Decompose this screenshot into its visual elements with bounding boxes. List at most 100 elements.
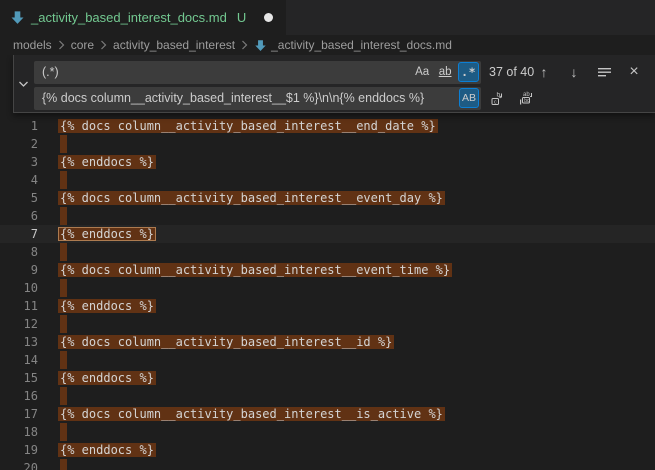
line-number[interactable]: 6 — [0, 207, 38, 225]
line-number[interactable]: 16 — [0, 387, 38, 405]
unsaved-changes-dot[interactable] — [264, 13, 273, 22]
chevron-right-icon — [58, 40, 65, 50]
close-find-widget-button[interactable]: × — [625, 63, 643, 81]
find-match: {% docs column__activity_based_interest_… — [58, 191, 445, 205]
tab-active-file[interactable]: _activity_based_interest_docs.md U — [0, 0, 286, 35]
empty-line-match-highlight — [60, 423, 67, 441]
replace-input-box: AB — [34, 87, 481, 110]
empty-line-match-highlight — [60, 351, 67, 369]
breadcrumb-item-file[interactable]: _activity_based_interest_docs.md — [254, 38, 452, 52]
find-match: {% enddocs %} — [58, 155, 156, 169]
code-line[interactable]: {% enddocs %} — [60, 369, 655, 387]
breadcrumb-item-models[interactable]: models — [13, 38, 52, 52]
git-status-badge: U — [237, 10, 246, 25]
code-line[interactable]: {% docs column__activity_based_interest_… — [60, 189, 655, 207]
line-number[interactable]: 15 — [0, 369, 38, 387]
code-line[interactable] — [60, 135, 655, 153]
code-line[interactable] — [60, 279, 655, 297]
chevron-down-icon — [18, 80, 29, 88]
find-match: {% docs column__activity_based_interest_… — [58, 335, 394, 349]
line-number[interactable]: 5 — [0, 189, 38, 207]
selection-lines-icon — [597, 65, 612, 79]
replace-all-button[interactable]: ab bc — [517, 89, 535, 107]
find-match: {% docs column__activity_based_interest_… — [58, 407, 445, 421]
line-number[interactable]: 2 — [0, 135, 38, 153]
editor-lines[interactable]: {% docs column__activity_based_interest_… — [60, 117, 655, 470]
regex-button[interactable]: .* — [458, 62, 479, 82]
code-line[interactable] — [60, 387, 655, 405]
line-number[interactable]: 8 — [0, 243, 38, 261]
code-line[interactable]: {% docs column__activity_based_interest_… — [60, 261, 655, 279]
line-number[interactable]: 18 — [0, 423, 38, 441]
empty-line-match-highlight — [60, 279, 67, 297]
editor-pane[interactable]: 1234567891011121314151617181920 {% docs … — [0, 55, 655, 470]
code-line[interactable] — [60, 423, 655, 441]
code-line[interactable] — [60, 207, 655, 225]
code-line[interactable]: {% docs column__activity_based_interest_… — [60, 333, 655, 351]
close-icon: × — [629, 63, 638, 81]
editor-gutter[interactable]: 1234567891011121314151617181920 — [0, 117, 38, 470]
code-line[interactable] — [60, 243, 655, 261]
line-number[interactable]: 19 — [0, 441, 38, 459]
code-line[interactable]: {% enddocs %} — [60, 153, 655, 171]
line-number[interactable]: 11 — [0, 297, 38, 315]
line-number[interactable]: 4 — [0, 171, 38, 189]
empty-line-match-highlight — [60, 243, 67, 261]
breadcrumb: models core activity_based_interest _act… — [0, 35, 655, 55]
line-number[interactable]: 1 — [0, 117, 38, 135]
breadcrumb-filename: _activity_based_interest_docs.md — [271, 38, 452, 52]
find-match: {% enddocs %} — [58, 371, 156, 385]
line-number[interactable]: 12 — [0, 315, 38, 333]
line-number[interactable]: 9 — [0, 261, 38, 279]
find-match: {% docs column__activity_based_interest_… — [58, 119, 438, 133]
breadcrumb-item-core[interactable]: core — [71, 38, 94, 52]
code-line[interactable]: {% enddocs %} — [60, 225, 655, 243]
code-line[interactable] — [60, 315, 655, 333]
chevron-right-icon — [241, 40, 248, 50]
find-match: {% docs column__activity_based_interest_… — [58, 263, 452, 277]
line-number[interactable]: 14 — [0, 351, 38, 369]
markdown-file-icon — [254, 39, 267, 52]
toggle-replace-button[interactable] — [14, 55, 33, 112]
empty-line-match-highlight — [60, 207, 67, 225]
code-line[interactable]: {% enddocs %} — [60, 441, 655, 459]
empty-line-match-highlight — [60, 387, 67, 405]
replace-input[interactable] — [34, 91, 481, 105]
code-line[interactable]: {% enddocs %} — [60, 297, 655, 315]
tab-filename: _activity_based_interest_docs.md — [31, 10, 227, 25]
empty-line-match-highlight — [60, 135, 67, 153]
whole-word-button[interactable]: ab — [435, 62, 455, 82]
find-results-count: 37 of 40 — [489, 65, 534, 79]
match-case-button[interactable]: Aa — [412, 62, 432, 82]
find-in-selection-button[interactable] — [595, 63, 613, 81]
code-line[interactable]: {% docs column__activity_based_interest_… — [60, 405, 655, 423]
tab-bar: _activity_based_interest_docs.md U — [0, 0, 655, 35]
code-line[interactable] — [60, 351, 655, 369]
find-replace-widget: Aa ab .* 37 of 40 ↑ ↓ — [13, 55, 655, 113]
empty-line-match-highlight — [60, 171, 67, 189]
preserve-case-button[interactable]: AB — [459, 88, 479, 108]
replace-icon: b c — [490, 90, 506, 106]
find-input-box: Aa ab .* — [34, 61, 481, 84]
code-line[interactable] — [60, 171, 655, 189]
line-number[interactable]: 13 — [0, 333, 38, 351]
empty-line-match-highlight — [60, 315, 67, 333]
find-match: {% enddocs %} — [58, 299, 156, 313]
line-number[interactable]: 10 — [0, 279, 38, 297]
line-number[interactable]: 3 — [0, 153, 38, 171]
line-number[interactable]: 20 — [0, 459, 38, 470]
replace-all-icon: ab bc — [518, 90, 535, 106]
next-match-button[interactable]: ↓ — [565, 63, 583, 81]
chevron-right-icon — [100, 40, 107, 50]
find-match: {% enddocs %} — [58, 443, 156, 457]
line-number[interactable]: 7 — [0, 225, 38, 243]
empty-line-match-highlight — [60, 459, 67, 470]
previous-match-button[interactable]: ↑ — [535, 63, 553, 81]
code-line[interactable] — [60, 459, 655, 470]
markdown-file-icon — [10, 10, 25, 25]
code-line[interactable]: {% docs column__activity_based_interest_… — [60, 117, 655, 135]
replace-button[interactable]: b c — [489, 89, 507, 107]
svg-text:c: c — [494, 99, 497, 105]
breadcrumb-item-activity-based-interest[interactable]: activity_based_interest — [113, 38, 235, 52]
line-number[interactable]: 17 — [0, 405, 38, 423]
